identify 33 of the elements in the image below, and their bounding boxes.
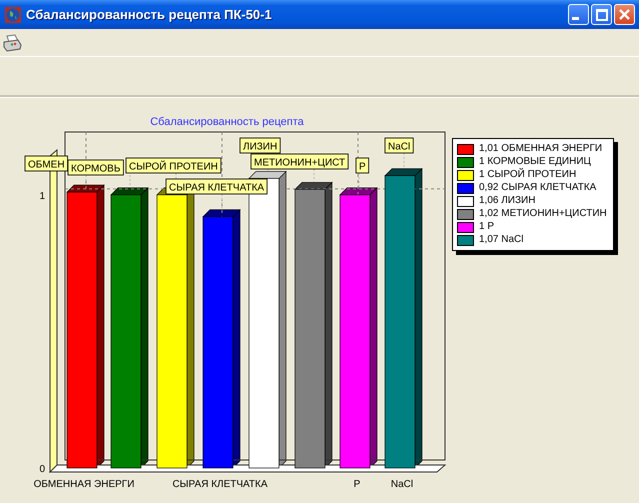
leader-line (358, 172, 360, 188)
close-button[interactable] (614, 4, 635, 25)
minimize-button[interactable] (568, 4, 589, 25)
y-tick-label: 0 (39, 464, 45, 475)
data-label: МЕТИОНИН+ЦИСТ (250, 154, 349, 170)
legend-label: 1 P (479, 221, 494, 233)
x-axis-label: ОБМЕННАЯ ЭНЕРГИ (34, 479, 134, 490)
data-label: P (356, 158, 370, 174)
data-label: СЫРАЯ КЛЕТЧАТКА (166, 178, 268, 194)
x-axis-label: NaCl (390, 479, 414, 490)
legend-label: 1 СЫРОЙ ПРОТЕИН (479, 169, 576, 181)
legend-label: 0,92 СЫРАЯ КЛЕТЧАТКА (479, 182, 596, 194)
x-axis-label: P (354, 479, 360, 490)
legend-label: 1 КОРМОВЫЕ ЕДИНИЦ (479, 156, 591, 168)
legend-label: 1,02 МЕТИОНИН+ЦИСТИН (479, 208, 607, 220)
minimize-icon (572, 17, 579, 20)
y-tick-label: 1 (39, 190, 45, 202)
window-title: Сбалансированность рецепта ПК-50-1 (26, 7, 273, 22)
legend-label: 1,01 ОБМЕННАЯ ЭНЕРГИ (479, 143, 602, 155)
maximize-icon (596, 8, 608, 20)
globe-icon (5, 6, 21, 22)
maximize-button[interactable] (591, 4, 612, 25)
chart-title: Сбалансированность рецепта (150, 116, 304, 128)
data-label: ЛИЗИН (240, 138, 281, 154)
data-label: ОБМЕН (24, 156, 68, 172)
legend-label: 1,06 ЛИЗИН (479, 195, 536, 207)
data-label: NaCl (384, 138, 414, 154)
close-icon (619, 9, 630, 20)
data-label: КОРМОВЬ (68, 160, 124, 176)
printer-icon[interactable] (2, 34, 22, 52)
data-label: СЫРОЙ ПРОТЕИН (126, 158, 222, 174)
legend-label: 1,07 NaCl (479, 234, 524, 246)
x-axis-label: СЫРАЯ КЛЕТЧАТКА (172, 479, 268, 490)
